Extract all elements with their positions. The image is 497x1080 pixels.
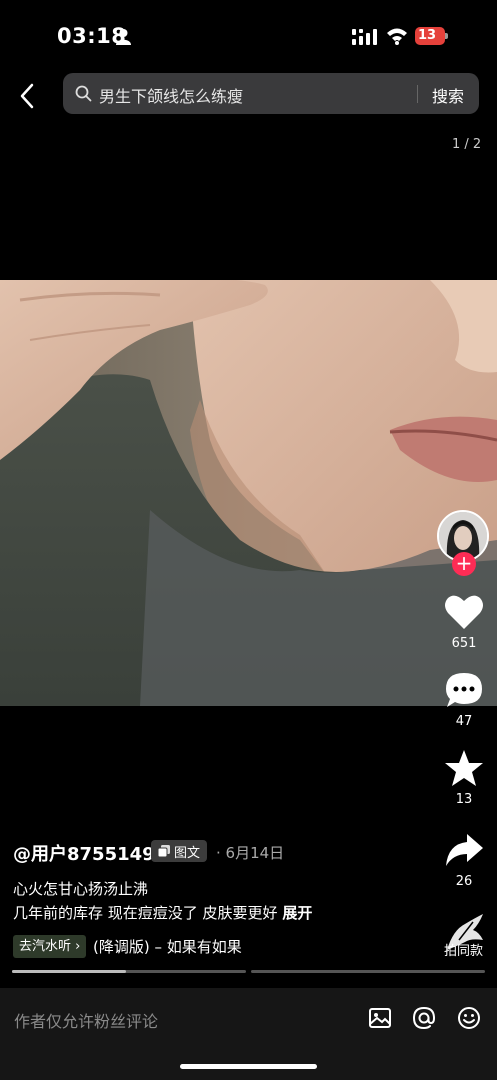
wifi-icon — [387, 28, 407, 45]
share-icon[interactable] — [443, 830, 485, 870]
favorite-count: 13 — [455, 792, 473, 807]
progress-segment-2 — [251, 970, 485, 973]
home-indicator — [180, 1064, 317, 1069]
back-button[interactable] — [12, 80, 42, 112]
battery-indicator: 13 — [415, 27, 445, 45]
search-query[interactable]: 男生下颌线怎么练瘦 — [99, 83, 243, 107]
post-image[interactable] — [0, 280, 497, 706]
emoji-icon[interactable] — [456, 1005, 482, 1031]
post-type-label: 图文 — [173, 845, 200, 861]
caption-line-1: 心火怎甘心扬汤止沸 — [13, 880, 149, 898]
caption-line-2-text: 几年前的库存 现在痘痘没了 皮肤要更好 — [13, 904, 278, 922]
image-icon[interactable] — [367, 1005, 393, 1031]
comment-icon[interactable] — [443, 670, 485, 710]
author-name[interactable]: @用户8755149 — [13, 840, 155, 866]
like-count: 651 — [451, 636, 477, 651]
progress-segment-1-fill — [12, 970, 126, 973]
signal-icon — [352, 29, 377, 45]
post-photo — [0, 280, 497, 706]
heart-icon[interactable] — [443, 592, 485, 632]
search-divider — [417, 85, 418, 103]
search-icon — [75, 85, 92, 102]
comment-count: 47 — [455, 714, 473, 729]
mention-icon[interactable] — [411, 1005, 437, 1031]
comment-input[interactable]: 作者仅允许粉丝评论 — [14, 1008, 158, 1032]
music-title[interactable]: (降调版) – 如果有如果 — [93, 936, 242, 957]
image-post-icon — [157, 845, 170, 857]
post-date: · 6月14日 — [216, 844, 285, 862]
post-type-badge: 图文 — [151, 840, 207, 862]
search-button[interactable]: 搜索 — [432, 83, 464, 107]
music-app-tag[interactable]: 去汽水听 › — [13, 935, 87, 958]
chevron-left-icon — [20, 83, 34, 109]
share-count: 26 — [455, 874, 473, 889]
star-icon[interactable] — [443, 748, 485, 788]
expand-button[interactable]: 展开 — [282, 904, 312, 922]
same-style-label[interactable]: 拍同款 — [444, 940, 483, 959]
page-indicator: 1 / 2 — [452, 137, 482, 152]
person-icon — [116, 29, 131, 45]
follow-button[interactable]: + — [452, 552, 476, 576]
battery-tip — [445, 33, 448, 39]
caption-line-2: 几年前的库存 现在痘痘没了 皮肤要更好 展开 — [13, 902, 312, 923]
